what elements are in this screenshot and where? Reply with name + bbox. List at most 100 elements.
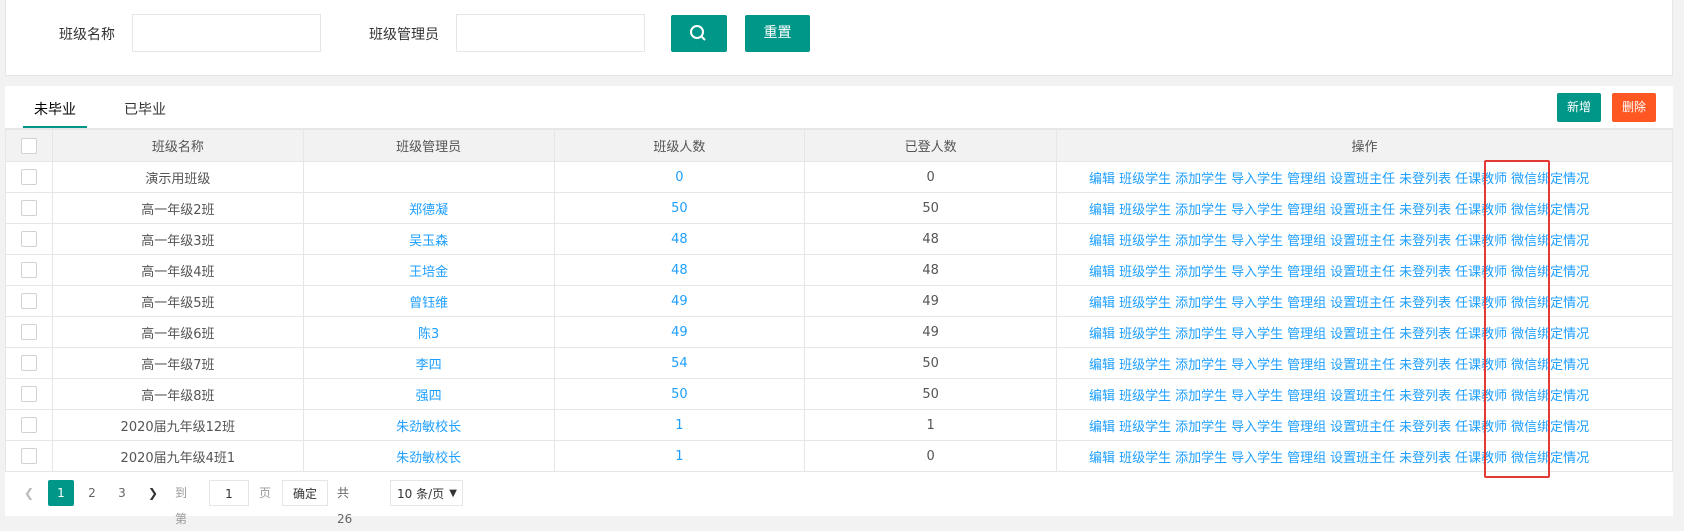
action-wechat-binding-link[interactable]: 微信绑定情况 — [1511, 203, 1589, 218]
reset-button[interactable]: 重置 — [745, 15, 810, 52]
page-1[interactable]: 1 — [48, 480, 74, 506]
action-manage-group-link[interactable]: 管理组 — [1287, 296, 1326, 311]
manager-link[interactable]: 王培金 — [302, 254, 555, 286]
action-manage-group-link[interactable]: 管理组 — [1287, 265, 1326, 280]
action-subject-teachers-link[interactable]: 任课教师 — [1455, 296, 1507, 311]
row-select-cell[interactable] — [5, 223, 53, 255]
action-manage-group-link[interactable]: 管理组 — [1287, 327, 1326, 342]
row-select-cell[interactable] — [5, 161, 53, 193]
action-wechat-binding-link[interactable]: 微信绑定情况 — [1511, 358, 1589, 373]
count-link[interactable]: 50 — [553, 192, 806, 224]
search-button[interactable] — [671, 15, 727, 52]
action-edit-link[interactable]: 编辑 — [1089, 265, 1115, 280]
action-add-student-link[interactable]: 添加学生 — [1175, 296, 1227, 311]
action-manage-group-link[interactable]: 管理组 — [1287, 234, 1326, 249]
manager-link[interactable]: 吴玉森 — [302, 223, 555, 255]
row-select-cell[interactable] — [5, 285, 53, 317]
row-select-cell[interactable] — [5, 409, 53, 441]
action-class-students-link[interactable]: 班级学生 — [1119, 420, 1171, 435]
row-checkbox[interactable] — [20, 448, 37, 464]
action-set-head-teacher-link[interactable]: 设置班主任 — [1330, 296, 1395, 311]
row-checkbox[interactable] — [20, 293, 37, 309]
action-not-logged-list-link[interactable]: 未登列表 — [1399, 265, 1451, 280]
row-checkbox[interactable] — [20, 324, 37, 340]
manager-link[interactable]: 强四 — [302, 378, 555, 410]
action-subject-teachers-link[interactable]: 任课教师 — [1455, 358, 1507, 373]
action-subject-teachers-link[interactable]: 任课教师 — [1455, 389, 1507, 404]
action-manage-group-link[interactable]: 管理组 — [1287, 203, 1326, 218]
action-not-logged-list-link[interactable]: 未登列表 — [1399, 172, 1451, 187]
action-import-students-link[interactable]: 导入学生 — [1231, 451, 1283, 466]
action-edit-link[interactable]: 编辑 — [1089, 234, 1115, 249]
count-link[interactable]: 50 — [553, 378, 806, 410]
action-import-students-link[interactable]: 导入学生 — [1231, 172, 1283, 187]
action-class-students-link[interactable]: 班级学生 — [1119, 389, 1171, 404]
count-link[interactable]: 49 — [553, 316, 806, 348]
action-import-students-link[interactable]: 导入学生 — [1231, 203, 1283, 218]
manager-link[interactable]: 朱劲敏校长 — [302, 409, 555, 441]
action-wechat-binding-link[interactable]: 微信绑定情况 — [1511, 451, 1589, 466]
count-link[interactable]: 1 — [553, 440, 806, 472]
action-class-students-link[interactable]: 班级学生 — [1119, 265, 1171, 280]
action-set-head-teacher-link[interactable]: 设置班主任 — [1330, 203, 1395, 218]
action-add-student-link[interactable]: 添加学生 — [1175, 265, 1227, 280]
confirm-button[interactable]: 确定 — [282, 480, 328, 506]
action-not-logged-list-link[interactable]: 未登列表 — [1399, 327, 1451, 342]
action-set-head-teacher-link[interactable]: 设置班主任 — [1330, 389, 1395, 404]
page-3[interactable]: 3 — [109, 480, 135, 506]
count-link[interactable]: 54 — [553, 347, 806, 379]
action-not-logged-list-link[interactable]: 未登列表 — [1399, 203, 1451, 218]
action-class-students-link[interactable]: 班级学生 — [1119, 203, 1171, 218]
action-wechat-binding-link[interactable]: 微信绑定情况 — [1511, 327, 1589, 342]
action-not-logged-list-link[interactable]: 未登列表 — [1399, 234, 1451, 249]
select-all-checkbox[interactable] — [20, 137, 37, 154]
action-subject-teachers-link[interactable]: 任课教师 — [1455, 203, 1507, 218]
action-add-student-link[interactable]: 添加学生 — [1175, 327, 1227, 342]
row-checkbox[interactable] — [20, 417, 37, 433]
action-edit-link[interactable]: 编辑 — [1089, 420, 1115, 435]
action-subject-teachers-link[interactable]: 任课教师 — [1455, 327, 1507, 342]
row-select-cell[interactable] — [5, 316, 53, 348]
action-wechat-binding-link[interactable]: 微信绑定情况 — [1511, 389, 1589, 404]
count-link[interactable]: 0 — [553, 161, 806, 193]
row-select-cell[interactable] — [5, 254, 53, 286]
manager-link[interactable]: 郑德凝 — [302, 192, 555, 224]
action-class-students-link[interactable]: 班级学生 — [1119, 172, 1171, 187]
action-import-students-link[interactable]: 导入学生 — [1231, 265, 1283, 280]
count-link[interactable]: 49 — [553, 285, 806, 317]
action-manage-group-link[interactable]: 管理组 — [1287, 451, 1326, 466]
action-subject-teachers-link[interactable]: 任课教师 — [1455, 451, 1507, 466]
action-class-students-link[interactable]: 班级学生 — [1119, 327, 1171, 342]
action-manage-group-link[interactable]: 管理组 — [1287, 172, 1326, 187]
manager-link[interactable]: 李四 — [302, 347, 555, 379]
action-class-students-link[interactable]: 班级学生 — [1119, 451, 1171, 466]
delete-button[interactable]: 删除 — [1612, 93, 1656, 122]
action-import-students-link[interactable]: 导入学生 — [1231, 389, 1283, 404]
action-add-student-link[interactable]: 添加学生 — [1175, 172, 1227, 187]
action-not-logged-list-link[interactable]: 未登列表 — [1399, 296, 1451, 311]
action-wechat-binding-link[interactable]: 微信绑定情况 — [1511, 420, 1589, 435]
action-edit-link[interactable]: 编辑 — [1089, 327, 1115, 342]
row-select-cell[interactable] — [5, 192, 53, 224]
action-import-students-link[interactable]: 导入学生 — [1231, 296, 1283, 311]
action-manage-group-link[interactable]: 管理组 — [1287, 420, 1326, 435]
page-2[interactable]: 2 — [79, 480, 105, 506]
class-name-input[interactable] — [132, 14, 321, 52]
action-edit-link[interactable]: 编辑 — [1089, 296, 1115, 311]
action-set-head-teacher-link[interactable]: 设置班主任 — [1330, 234, 1395, 249]
manager-link[interactable]: 朱劲敏校长 — [302, 440, 555, 472]
action-wechat-binding-link[interactable]: 微信绑定情况 — [1511, 172, 1589, 187]
action-not-logged-list-link[interactable]: 未登列表 — [1399, 358, 1451, 373]
action-subject-teachers-link[interactable]: 任课教师 — [1455, 234, 1507, 249]
action-import-students-link[interactable]: 导入学生 — [1231, 358, 1283, 373]
count-link[interactable]: 1 — [553, 409, 806, 441]
action-not-logged-list-link[interactable]: 未登列表 — [1399, 389, 1451, 404]
action-not-logged-list-link[interactable]: 未登列表 — [1399, 451, 1451, 466]
tab-not-graduated[interactable]: 未毕业 — [23, 98, 87, 128]
action-subject-teachers-link[interactable]: 任课教师 — [1455, 172, 1507, 187]
row-checkbox[interactable] — [20, 169, 37, 185]
action-import-students-link[interactable]: 导入学生 — [1231, 327, 1283, 342]
count-link[interactable]: 48 — [553, 223, 806, 255]
action-add-student-link[interactable]: 添加学生 — [1175, 203, 1227, 218]
row-select-cell[interactable] — [5, 440, 53, 472]
